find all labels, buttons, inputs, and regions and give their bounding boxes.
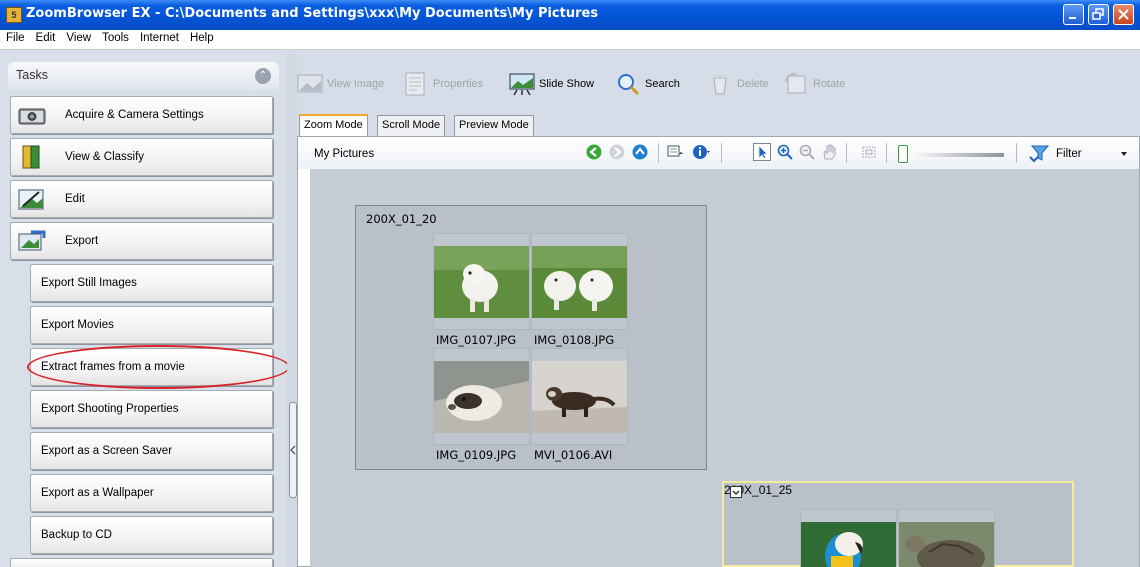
highlight-annotation <box>27 345 290 389</box>
ferret-photo-thumbnail <box>434 361 529 433</box>
parrot-photo-thumbnail <box>801 522 896 567</box>
task-export-screen-saver[interactable]: Export as a Screen Saver <box>30 432 273 470</box>
task-label: Backup to CD <box>41 529 112 541</box>
task-label: Export Still Images <box>41 277 137 289</box>
folder-group-selected[interactable]: 200X_01_25 <box>722 481 1074 567</box>
slide-show-icon <box>509 73 535 96</box>
task-edit[interactable]: Edit <box>10 180 273 218</box>
menu-internet[interactable]: Internet <box>134 30 184 44</box>
trash-icon <box>713 75 727 95</box>
view-image-icon <box>297 74 323 93</box>
app-icon: 5 <box>6 7 22 23</box>
chevron-down-icon[interactable] <box>1120 151 1128 157</box>
search-icon <box>618 74 640 96</box>
book-icon <box>22 145 40 169</box>
thumbnail-item[interactable] <box>531 233 628 330</box>
tab-scroll-mode[interactable]: Scroll Mode <box>377 115 446 136</box>
title-bar: 5 ZoomBrowser EX - C:\Documents and Sett… <box>0 0 1140 30</box>
viewer-toolbar: My Pictures Filter <box>298 137 1139 169</box>
restore-button[interactable] <box>1088 4 1109 25</box>
task-label: Edit <box>65 193 85 205</box>
tab-preview-mode[interactable]: Preview Mode <box>454 115 534 136</box>
zoom-out-icon[interactable] <box>798 143 816 161</box>
file-name: IMG_0109.JPG <box>436 448 517 462</box>
task-label: Export Shooting Properties <box>41 403 179 415</box>
minimize-button[interactable] <box>1063 4 1084 25</box>
up-folder-icon[interactable] <box>631 143 649 161</box>
thumbnail-item[interactable] <box>898 509 995 567</box>
task-export-shooting-properties[interactable]: Export Shooting Properties <box>30 390 273 428</box>
task-export-still-images[interactable]: Export Still Images <box>30 264 273 302</box>
menu-view[interactable]: View <box>60 30 96 44</box>
close-button[interactable] <box>1113 4 1134 25</box>
camera-icon <box>18 108 46 125</box>
menu-bar: File Edit View Tools Internet Help <box>0 30 1140 50</box>
group-title: 200X_01_20 <box>366 212 437 226</box>
task-label: Export Movies <box>41 319 114 331</box>
tasks-title: Tasks <box>16 68 48 82</box>
zoom-in-icon[interactable] <box>776 143 794 161</box>
export-icon <box>18 230 46 251</box>
task-view-classify[interactable]: View & Classify <box>10 138 273 176</box>
window-title: ZoomBrowser EX - C:\Documents and Settin… <box>26 6 599 21</box>
file-name: IMG_0108.JPG <box>534 333 615 347</box>
toolbar-separator <box>886 143 887 163</box>
toolbar-separator <box>1016 143 1017 163</box>
thumbnail-item[interactable] <box>433 233 530 330</box>
ferret-movie-thumbnail <box>532 361 627 433</box>
zoom-slider-thumb[interactable] <box>898 145 908 163</box>
task-label: Export as a Screen Saver <box>41 445 173 457</box>
select-view-icon[interactable] <box>666 143 684 161</box>
folder-group[interactable]: 200X_01_20 IMG_0107.JPG IMG_0108.JPG IMG… <box>355 205 707 470</box>
task-label: Export as a Wallpaper <box>41 487 154 499</box>
tortoise-photo-thumbnail <box>899 522 994 567</box>
edit-icon <box>18 189 44 210</box>
file-name: IMG_0107.JPG <box>436 333 517 347</box>
menu-tools[interactable]: Tools <box>96 30 134 44</box>
dog-photo-thumbnail <box>434 246 529 318</box>
task-export-wallpaper[interactable]: Export as a Wallpaper <box>30 474 273 512</box>
menu-help[interactable]: Help <box>184 30 219 44</box>
info-icon[interactable] <box>692 143 710 161</box>
rotate-icon <box>785 72 806 94</box>
zoom-slider[interactable] <box>898 145 1008 163</box>
properties-icon <box>405 72 425 96</box>
menu-file[interactable]: File <box>0 30 30 44</box>
task-label: View & Classify <box>65 151 145 163</box>
task-backup-to-cd[interactable]: Backup to CD <box>30 516 273 554</box>
pointer-icon[interactable] <box>753 143 771 161</box>
toolbar-separator <box>658 143 659 163</box>
collapse-up-icon[interactable]: ⌃ <box>255 68 271 84</box>
toolbar-separator <box>721 143 722 163</box>
collapse-group-icon[interactable] <box>730 486 742 498</box>
tasks-panel: Tasks ⌃ Acquire & Camera Settings View &… <box>0 54 287 567</box>
task-acquire-camera-settings[interactable]: Acquire & Camera Settings <box>10 96 273 134</box>
task-label: Export <box>65 235 99 247</box>
task-next-partial[interactable] <box>10 558 273 567</box>
current-folder: My Pictures <box>314 148 375 160</box>
file-name: MVI_0106.AVI <box>534 448 613 462</box>
task-export-movies[interactable]: Export Movies <box>30 306 273 344</box>
thumbnail-item[interactable] <box>531 348 628 445</box>
thumbnail-item[interactable] <box>433 348 530 445</box>
thumbnail-item[interactable] <box>800 509 897 567</box>
toolbar: View Image Properties Slide Show Search … <box>297 66 1137 102</box>
hand-icon[interactable] <box>820 143 838 161</box>
menu-edit[interactable]: Edit <box>30 30 61 44</box>
toolbar-separator <box>846 143 847 163</box>
filter-label: Filter <box>1056 148 1082 160</box>
forward-icon[interactable] <box>608 143 626 161</box>
filter-icon <box>1029 145 1050 163</box>
back-icon[interactable] <box>585 143 603 161</box>
tasks-header: Tasks ⌃ <box>8 62 279 90</box>
tab-zoom-mode[interactable]: Zoom Mode <box>299 114 368 136</box>
task-label: Acquire & Camera Settings <box>65 109 204 121</box>
task-export[interactable]: Export <box>10 222 273 260</box>
fit-window-icon[interactable] <box>860 143 878 161</box>
dogs-photo-thumbnail <box>532 246 627 318</box>
